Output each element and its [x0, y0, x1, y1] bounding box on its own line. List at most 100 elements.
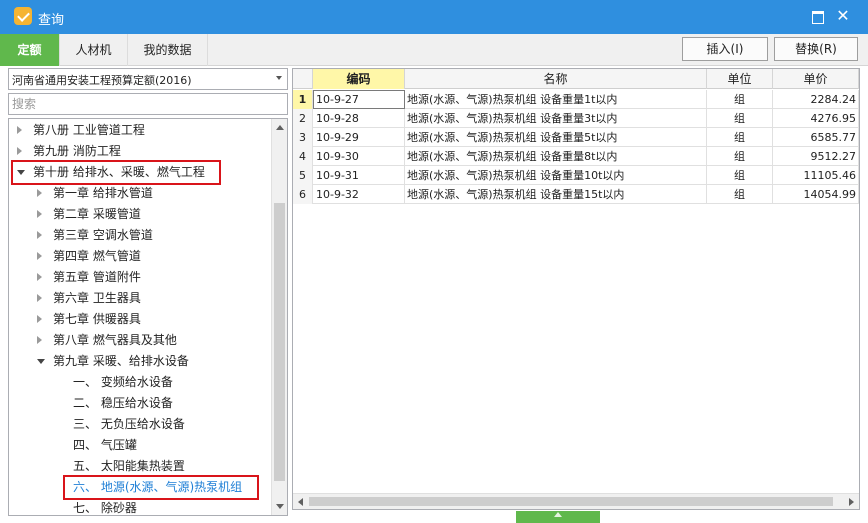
cell-code[interactable]: 10-9-31	[313, 166, 405, 185]
collapsed-arrow-icon[interactable]	[37, 273, 42, 281]
cell-code[interactable]: 10-9-28	[313, 109, 405, 128]
tree-item[interactable]: 第二章 采暖管道	[9, 204, 271, 225]
cell-unit[interactable]: 组	[707, 147, 773, 166]
tree-item-label: 第五章 管道附件	[53, 270, 141, 284]
cell-price[interactable]: 6585.77	[773, 128, 859, 147]
row-number[interactable]: 1	[293, 90, 313, 109]
tab-quota[interactable]: 定额	[0, 34, 60, 66]
table-row[interactable]: 1 10-9-27 地源(水源、气源)热泵机组 设备重量1t以内组 2284.24	[293, 90, 859, 109]
cell-code[interactable]: 10-9-30	[313, 147, 405, 166]
cell-name[interactable]: 地源(水源、气源)热泵机组 设备重量1t以内	[405, 90, 707, 109]
table-row[interactable]: 5 10-9-31 地源(水源、气源)热泵机组 设备重量10t以内组 11105.46	[293, 166, 859, 185]
close-icon[interactable]: ✕	[832, 5, 854, 27]
cell-price[interactable]: 9512.27	[773, 147, 859, 166]
tree-item[interactable]: 一、 变频给水设备	[9, 372, 271, 393]
tree-item[interactable]: 第七章 供暖器具	[9, 309, 271, 330]
tree-item[interactable]: 第一章 给排水管道	[9, 183, 271, 204]
scroll-left-icon[interactable]	[298, 498, 303, 506]
header-unit[interactable]: 单位	[707, 69, 773, 89]
cell-name[interactable]: 地源(水源、气源)热泵机组 设备重量3t以内	[405, 109, 707, 128]
tree-item[interactable]: 第五章 管道附件	[9, 267, 271, 288]
cell-name[interactable]: 地源(水源、气源)热泵机组 设备重量15t以内	[405, 185, 707, 204]
cell-code[interactable]: 10-9-32	[313, 185, 405, 204]
tree-item-label: 第九章 采暖、给排水设备	[53, 354, 189, 368]
header-rownum	[293, 69, 313, 89]
tree-item[interactable]: 第四章 燃气管道	[9, 246, 271, 267]
row-number[interactable]: 6	[293, 185, 313, 204]
cell-unit[interactable]: 组	[707, 128, 773, 147]
scroll-down-icon[interactable]	[276, 504, 284, 509]
cell-price[interactable]: 4276.95	[773, 109, 859, 128]
tree-item[interactable]: 四、 气压罐	[9, 435, 271, 456]
tree-item[interactable]: 第六章 卫生器具	[9, 288, 271, 309]
collapsed-arrow-icon[interactable]	[17, 147, 22, 155]
chevron-down-icon[interactable]	[276, 76, 282, 80]
tree-item[interactable]: 第九章 采暖、给排水设备	[9, 351, 271, 372]
cell-unit[interactable]: 组	[707, 166, 773, 185]
expanded-arrow-icon[interactable]	[17, 170, 25, 175]
scroll-up-icon[interactable]	[276, 125, 284, 130]
cell-price[interactable]: 14054.99	[773, 185, 859, 204]
cell-name[interactable]: 地源(水源、气源)热泵机组 设备重量8t以内	[405, 147, 707, 166]
maximize-icon[interactable]	[806, 5, 828, 27]
tab-labor-material[interactable]: 人材机	[60, 34, 128, 66]
collapsed-arrow-icon[interactable]	[37, 294, 42, 302]
tree-item[interactable]: 三、 无负压给水设备	[9, 414, 271, 435]
cell-name[interactable]: 地源(水源、气源)热泵机组 设备重量10t以内	[405, 166, 707, 185]
window-title: 查询	[38, 13, 65, 28]
cell-code[interactable]: 10-9-27	[313, 90, 405, 109]
table-hscrollbar[interactable]	[293, 493, 859, 509]
collapsed-arrow-icon[interactable]	[37, 231, 42, 239]
cell-unit[interactable]: 组	[707, 185, 773, 204]
scroll-thumb[interactable]	[274, 203, 285, 481]
tree-item[interactable]: 五、 太阳能集热装置	[9, 456, 271, 477]
tree-item[interactable]: 第九册 消防工程	[9, 141, 271, 162]
tree-item[interactable]: 二、 稳压给水设备	[9, 393, 271, 414]
header-price[interactable]: 单价	[773, 69, 859, 89]
insert-button[interactable]: 插入(I)	[682, 37, 768, 61]
search-box[interactable]	[8, 93, 288, 115]
tree-item[interactable]: 第三章 空调水管道	[9, 225, 271, 246]
cell-unit[interactable]: 组	[707, 90, 773, 109]
table-row[interactable]: 3 10-9-29 地源(水源、气源)热泵机组 设备重量5t以内组 6585.77	[293, 128, 859, 147]
table-row[interactable]: 6 10-9-32 地源(水源、气源)热泵机组 设备重量15t以内组 14054.99	[293, 185, 859, 204]
collapsed-arrow-icon[interactable]	[37, 210, 42, 218]
header-name[interactable]: 名称	[405, 69, 707, 89]
cell-name[interactable]: 地源(水源、气源)热泵机组 设备重量5t以内	[405, 128, 707, 147]
collapsed-arrow-icon[interactable]	[37, 252, 42, 260]
check-icon	[14, 7, 32, 25]
chevron-up-icon[interactable]	[554, 512, 562, 517]
panel-splitter[interactable]	[516, 511, 600, 523]
collapsed-arrow-icon[interactable]	[17, 126, 22, 134]
collapsed-arrow-icon[interactable]	[37, 189, 42, 197]
search-input[interactable]	[9, 94, 287, 114]
replace-button[interactable]: 替换(R)	[774, 37, 858, 61]
expanded-arrow-icon[interactable]	[37, 359, 45, 364]
tree-item[interactable]: 七、 除砂器	[9, 498, 271, 515]
cell-unit[interactable]: 组	[707, 109, 773, 128]
tab-my-data[interactable]: 我的数据	[128, 34, 208, 66]
tree-item[interactable]: 六、 地源(水源、气源)热泵机组	[63, 475, 259, 500]
table-header: 编码 名称 单位 单价	[293, 69, 859, 89]
tree-item-label: 第三章 空调水管道	[53, 228, 153, 242]
row-number[interactable]: 4	[293, 147, 313, 166]
row-number[interactable]: 2	[293, 109, 313, 128]
hscroll-thumb[interactable]	[309, 497, 833, 506]
row-number[interactable]: 3	[293, 128, 313, 147]
collapsed-arrow-icon[interactable]	[37, 336, 42, 344]
scroll-right-icon[interactable]	[849, 498, 854, 506]
dataset-select[interactable]: 河南省通用安装工程预算定额(2016)	[8, 68, 288, 90]
tree-item[interactable]: 第八册 工业管道工程	[9, 120, 271, 141]
cell-price[interactable]: 2284.24	[773, 90, 859, 109]
tree-item[interactable]: 第八章 燃气器具及其他	[9, 330, 271, 351]
header-code[interactable]: 编码	[313, 69, 405, 89]
tree-item-label: 第一章 给排水管道	[53, 186, 153, 200]
row-number[interactable]: 5	[293, 166, 313, 185]
tree-item[interactable]: 第十册 给排水、采暖、燃气工程	[11, 160, 221, 185]
cell-price[interactable]: 11105.46	[773, 166, 859, 185]
table-row[interactable]: 4 10-9-30 地源(水源、气源)热泵机组 设备重量8t以内组 9512.27	[293, 147, 859, 166]
tree-scrollbar[interactable]	[271, 119, 287, 515]
cell-code[interactable]: 10-9-29	[313, 128, 405, 147]
collapsed-arrow-icon[interactable]	[37, 315, 42, 323]
table-row[interactable]: 2 10-9-28 地源(水源、气源)热泵机组 设备重量3t以内组 4276.95	[293, 109, 859, 128]
